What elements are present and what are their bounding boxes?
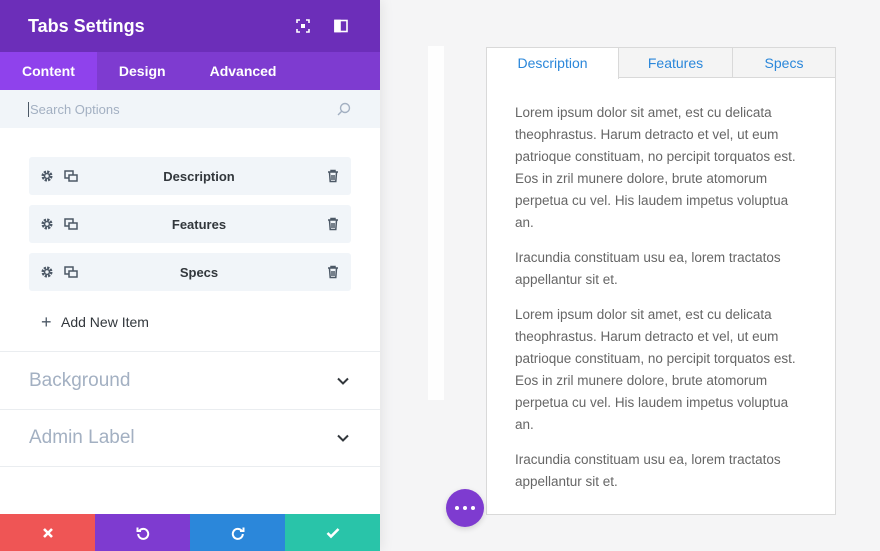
paragraph: Lorem ipsum dolor sit amet, est cu delic… (515, 307, 796, 432)
search-icon[interactable] (336, 101, 352, 117)
gear-icon[interactable] (39, 168, 55, 184)
preview-tabs: Description Features Specs (487, 48, 835, 79)
dot-icon (463, 506, 467, 510)
sidebar-toggle-icon[interactable] (330, 15, 352, 37)
discard-button[interactable] (0, 514, 95, 551)
section-title: Admin Label (29, 427, 135, 448)
save-icon (326, 527, 339, 538)
list-item-label: Description (163, 168, 235, 184)
paragraph: Iracundia constituam usu ea, lorem tract… (515, 452, 781, 489)
panel-title: Tabs Settings (28, 15, 145, 36)
panel-header: Tabs Settings (0, 0, 380, 52)
redo-button[interactable] (190, 514, 285, 551)
paragraph: Iracundia constituam usu ea, lorem tract… (515, 250, 781, 287)
list-item[interactable]: Description (29, 157, 351, 195)
add-new-item-button[interactable]: + Add New Item (0, 301, 380, 337)
search-input[interactable] (28, 101, 336, 117)
module-items-list: Description Features Specs (0, 128, 380, 291)
list-item-label: Features (171, 216, 227, 232)
more-options-button[interactable] (446, 489, 484, 527)
panel-tabs: Content Design Advanced (0, 52, 380, 90)
dot-icon (471, 506, 475, 510)
chevron-down-icon[interactable] (335, 430, 351, 446)
paragraph: Lorem ipsum dolor sit amet, est cu delic… (515, 105, 796, 230)
plus-icon: + (41, 312, 52, 332)
tab-advanced[interactable]: Advanced (188, 52, 299, 90)
save-button[interactable] (285, 514, 380, 551)
undo-icon (136, 527, 149, 540)
add-new-item-label: Add New Item (61, 314, 149, 330)
settings-panel: Tabs Settings Content Design Advanced Se… (0, 0, 380, 551)
expand-icon[interactable] (292, 15, 314, 37)
redo-icon (231, 527, 244, 540)
discard-icon (42, 527, 53, 538)
section-edge-decoration (428, 46, 444, 400)
list-item[interactable]: Features (29, 205, 351, 243)
section-title: Background (29, 369, 131, 391)
gear-icon[interactable] (39, 264, 55, 280)
trash-icon[interactable] (325, 216, 341, 232)
trash-icon[interactable] (325, 264, 341, 280)
panel-footer (0, 514, 380, 551)
preview-tab-description[interactable]: Description (487, 48, 619, 79)
duplicate-icon[interactable] (63, 168, 79, 184)
dot-icon (455, 506, 459, 510)
preview-tab-features[interactable]: Features (619, 48, 733, 78)
section-background[interactable]: Background (0, 351, 380, 409)
section-admin-label[interactable]: Admin Label (0, 409, 380, 467)
preview-tab-content: Lorem ipsum dolor sit amet, est cu delic… (487, 78, 835, 493)
list-item-label: Specs (179, 264, 219, 280)
tabs-module-preview: Description Features Specs Lorem ipsum d… (486, 47, 836, 515)
chevron-down-icon[interactable] (335, 373, 351, 389)
tab-content[interactable]: Content (0, 52, 97, 90)
trash-icon[interactable] (325, 168, 341, 184)
search-bar (0, 90, 380, 128)
duplicate-icon[interactable] (63, 216, 79, 232)
preview-tab-specs[interactable]: Specs (733, 48, 835, 78)
list-item[interactable]: Specs (29, 253, 351, 291)
tab-design[interactable]: Design (97, 52, 188, 90)
undo-button[interactable] (95, 514, 190, 551)
gear-icon[interactable] (39, 216, 55, 232)
duplicate-icon[interactable] (63, 264, 79, 280)
